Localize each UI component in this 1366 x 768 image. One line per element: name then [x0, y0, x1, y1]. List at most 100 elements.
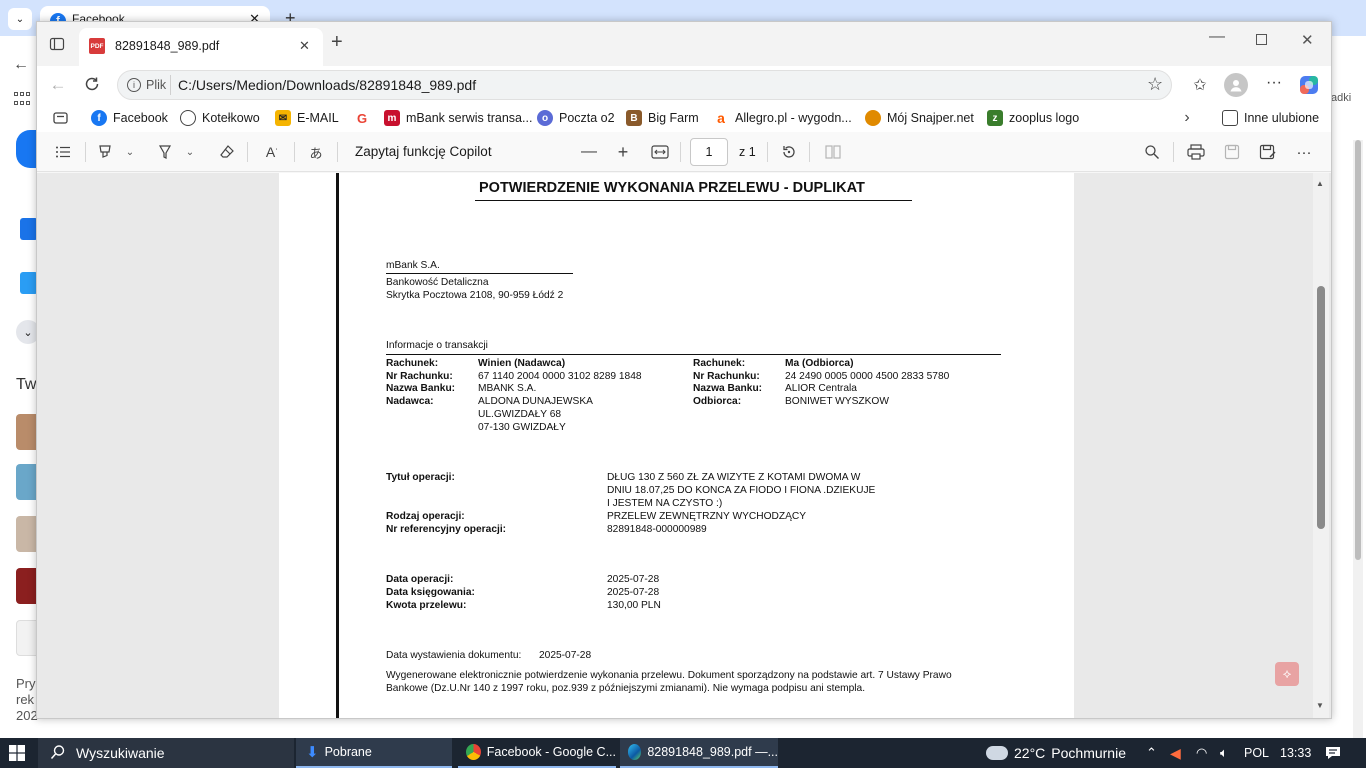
favorite-email[interactable]: ✉ E-MAIL — [275, 104, 339, 132]
print-icon[interactable] — [1185, 142, 1207, 162]
favorites-bar: f Facebook Kotełkowo ✉ E-MAIL G m mBank … — [37, 104, 1331, 132]
close-window-icon[interactable]: ✕ — [1301, 31, 1314, 49]
page-view-icon[interactable] — [823, 142, 843, 162]
favorite-star-icon[interactable]: ☆ — [1147, 74, 1163, 95]
windows-start-icon[interactable] — [8, 744, 26, 762]
apps-grid-icon[interactable] — [14, 92, 30, 108]
search-icon[interactable] — [1141, 142, 1163, 162]
zoom-in-icon[interactable]: + — [613, 142, 633, 162]
ref-label: Nr referencyjny operacji: — [386, 524, 507, 535]
footer-line-2: Bankowe (Dz.U.Nr 140 z 1997 roku, poz.93… — [386, 683, 866, 694]
zoom-out-icon[interactable]: — — [579, 142, 599, 162]
chevron-right-icon[interactable]: › — [1177, 108, 1197, 128]
pdf-scrollbar[interactable]: ▲ ▼ — [1313, 173, 1329, 718]
bank-address: Skrytka Pocztowa 2108, 90-959 Łódź 2 — [386, 290, 564, 301]
more-menu-icon[interactable]: ··· — [1263, 72, 1285, 94]
new-tab-icon[interactable]: + — [331, 31, 343, 54]
page-total-label: z 1 — [739, 145, 756, 159]
tray-chevron-icon[interactable]: ⌃ — [1146, 738, 1157, 768]
scrollbar-thumb[interactable] — [1317, 286, 1325, 529]
save-as-icon[interactable] — [1257, 142, 1279, 162]
profile-avatar[interactable] — [1224, 73, 1248, 97]
info-icon[interactable]: i — [127, 78, 141, 92]
rotate-icon[interactable] — [779, 142, 799, 162]
date-op-value: 2025-07-28 — [607, 574, 660, 585]
favorite-zooplus[interactable]: z zooplus logo — [987, 104, 1079, 132]
draw-dropdown-icon[interactable]: ⌄ — [183, 144, 197, 160]
read-aloud-icon[interactable]: Aʾ — [261, 142, 283, 162]
pdf-file-icon: PDF — [89, 38, 105, 54]
pdf-more-icon[interactable]: ··· — [1293, 142, 1315, 162]
fit-width-icon[interactable] — [649, 142, 671, 162]
mail-icon: ✉ — [275, 110, 291, 126]
task-pobrane[interactable]: ⬇ Pobrane — [296, 738, 452, 768]
collections-icon[interactable] — [51, 108, 71, 128]
scroll-up-icon[interactable]: ▲ — [1316, 179, 1324, 188]
download-icon: ⬇ — [306, 744, 319, 761]
tray-app-icon[interactable]: ◀ — [1170, 738, 1181, 768]
minimize-icon[interactable]: — — [1209, 28, 1225, 46]
other-favorites[interactable]: Inne ulubione — [1222, 104, 1319, 132]
left-bank-label: Nazwa Banku: — [386, 383, 456, 394]
favorites-icon[interactable]: ✩ — [1189, 74, 1211, 96]
refresh-icon[interactable] — [81, 73, 103, 95]
footer-line-1: Wygenerowane elektronicznie potwierdzeni… — [386, 670, 952, 681]
page-number-input[interactable]: 1 — [690, 138, 728, 166]
task-chrome[interactable]: Facebook - Google C... — [458, 738, 616, 768]
back-icon[interactable]: ← — [47, 74, 69, 96]
tab-search-icon[interactable]: ⌄ — [8, 8, 32, 30]
pdf-page: POTWIERDZENIE WYKONANIA PRZELEWU - DUPLI… — [279, 173, 1074, 718]
favorite-allegro[interactable]: a Allegro.pl - wygodn... — [713, 104, 852, 132]
allegro-icon: a — [713, 110, 729, 126]
highlight-dropdown-icon[interactable]: ⌄ — [123, 144, 137, 160]
maximize-icon[interactable] — [1256, 34, 1267, 45]
highlight-icon[interactable] — [95, 142, 115, 162]
favorite-big-farm[interactable]: B Big Farm — [626, 104, 699, 132]
language-indicator[interactable]: POL — [1244, 738, 1269, 768]
taskbar-search-box[interactable]: Wyszukiwanie — [38, 738, 294, 768]
background-scrollbar[interactable] — [1353, 140, 1363, 740]
op-type-label: Rodzaj operacji: — [386, 511, 465, 522]
cloud-icon — [986, 746, 1008, 760]
pdf-toolbar: ⌄ ⌄ Aʾ あ Zapytaj funkcję Copilot — + 1 z… — [37, 132, 1331, 172]
right-bank-value: ALIOR Centrala — [785, 383, 857, 394]
favorite-kotelkowo[interactable]: Kotełkowo — [180, 104, 260, 132]
favorite-google[interactable]: G — [354, 104, 370, 132]
notifications-icon[interactable] — [1324, 744, 1342, 762]
zooplus-icon: z — [987, 110, 1003, 126]
right-text: adki — [1331, 92, 1352, 104]
close-tab-icon[interactable]: ✕ — [299, 38, 310, 54]
eraser-icon[interactable] — [217, 142, 237, 162]
favorite-snajper[interactable]: Mój Snajper.net — [865, 104, 974, 132]
recipient-value: BONIWET WYSZKOW — [785, 396, 889, 407]
translate-icon[interactable]: あ — [305, 142, 327, 162]
document-title: POTWIERDZENIE WYKONANIA PRZELEWU - DUPLI… — [479, 180, 865, 196]
copilot-ask-button[interactable]: Zapytaj funkcję Copilot — [355, 144, 492, 159]
google-icon: G — [354, 110, 370, 126]
edge-tab-title: 82891848_989.pdf — [115, 39, 220, 53]
bank-name: mBank S.A. — [386, 260, 440, 271]
favorite-facebook[interactable]: f Facebook — [91, 104, 168, 132]
favorite-poczta-o2[interactable]: o Poczta o2 — [537, 104, 615, 132]
taskbar: Wyszukiwanie ⬇ Pobrane Facebook - Google… — [0, 738, 1366, 768]
scroll-down-icon[interactable]: ▼ — [1316, 701, 1324, 710]
address-bar[interactable]: i Plik C:/Users/Medion/Downloads/8289184… — [117, 70, 1172, 100]
left-bank-value: MBANK S.A. — [478, 383, 537, 394]
date-book-value: 2025-07-28 — [607, 587, 660, 598]
contents-list-icon[interactable] — [53, 142, 73, 162]
acrobat-icon[interactable]: ⟡ — [1275, 662, 1299, 686]
address-scheme-label: Plik — [146, 78, 167, 92]
volume-icon[interactable]: 🔈︎ — [1220, 738, 1228, 768]
clock[interactable]: 13:33 — [1280, 738, 1311, 768]
wifi-icon[interactable]: ◠ — [1196, 738, 1207, 768]
tab-actions-icon[interactable] — [47, 34, 67, 54]
edge-tab-pdf[interactable]: PDF 82891848_989.pdf ✕ — [79, 28, 323, 66]
save-icon[interactable] — [1221, 142, 1243, 162]
favorite-mbank[interactable]: m mBank serwis transa... — [384, 104, 532, 132]
draw-icon[interactable] — [155, 142, 175, 162]
snajper-icon — [865, 110, 881, 126]
copilot-icon[interactable] — [1297, 73, 1321, 97]
back-arrow-icon[interactable]: ← — [13, 56, 29, 74]
task-edge-pdf[interactable]: 82891848_989.pdf —... — [620, 738, 778, 768]
weather-widget[interactable]: 22°C Pochmurnie — [986, 738, 1126, 768]
